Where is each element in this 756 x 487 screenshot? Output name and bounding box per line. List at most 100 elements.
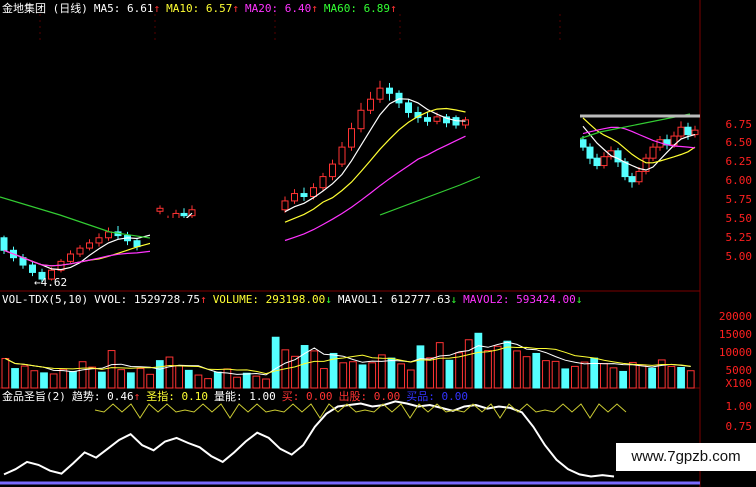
volume-bar	[435, 342, 444, 389]
volume-bar	[387, 357, 396, 389]
volume-bar	[513, 350, 521, 389]
price-tick: 6.00	[725, 174, 753, 187]
volume-bar	[667, 365, 676, 389]
volume-tick: 10000	[718, 346, 752, 359]
price-tick: 5.25	[725, 231, 753, 244]
volume-bar	[136, 368, 145, 389]
main-header-item: MA60: 6.89↑	[323, 2, 397, 15]
main-header-item: MA20: 6.40↑	[244, 2, 318, 15]
candle-body	[310, 187, 317, 198]
candle-body	[691, 129, 699, 136]
candle-body	[579, 139, 587, 148]
volume-bar	[1, 357, 10, 389]
change-arrow: ↓	[575, 293, 583, 306]
volume-bar	[580, 361, 589, 389]
trend-line	[3, 400, 615, 478]
volume-bar	[155, 360, 164, 389]
candle-body	[338, 146, 346, 165]
volume-bar	[551, 360, 560, 389]
security-title: 金地集团 (日线)	[2, 2, 88, 15]
volume-bar	[686, 370, 695, 389]
volume-bar	[11, 368, 19, 389]
stock-chart-window: 金地集团 (日线) MA5: 6.61↑ MA10: 6.57↑ MA20: 6.40…	[0, 0, 756, 487]
candle-body	[386, 87, 393, 94]
candle-body	[367, 98, 374, 111]
candle-body	[628, 176, 636, 183]
volume-bar	[98, 371, 106, 389]
volume-unit: X100	[725, 377, 753, 390]
change-arrow: ↑	[200, 293, 207, 306]
volume-bar	[609, 367, 618, 389]
volume-bar	[406, 369, 415, 389]
volume-bar	[213, 371, 222, 389]
volume-tick: 5000	[725, 364, 753, 377]
volume-bar	[455, 352, 463, 389]
candle-body	[0, 237, 8, 251]
candle-body	[649, 146, 657, 159]
volume-bar	[619, 370, 628, 389]
volume-bar	[358, 364, 367, 389]
candle-body	[621, 161, 629, 178]
volume-bar	[590, 357, 599, 389]
volume-bar	[349, 361, 357, 389]
volume-bar	[484, 350, 492, 389]
volume-tick: 20000	[718, 310, 752, 323]
change-arrow: ↑	[153, 2, 161, 15]
watermark: www.7gpzb.com	[616, 443, 756, 471]
candle-body	[76, 247, 84, 255]
candle-body	[424, 117, 431, 122]
volume-bar	[146, 373, 155, 389]
volume-bar	[165, 356, 174, 389]
candle-body	[156, 207, 164, 212]
volume-bar	[59, 368, 68, 389]
volume-bar	[599, 363, 608, 389]
volume-bar	[194, 374, 203, 389]
main-chart-header: 金地集团 (日线) MA5: 6.61↑ MA10: 6.57↑ MA20: 6.40…	[2, 2, 409, 16]
candle-body	[684, 126, 692, 136]
signal-line	[94, 403, 627, 419]
volume-bar	[175, 365, 184, 389]
volume-bar	[310, 350, 319, 389]
indicator-header: 金品圣旨(2) 趋势: 0.46↑ 圣指: 0.10 量能: 1.00 买: 0.00 出…	[2, 390, 480, 404]
volume-bar	[542, 360, 550, 389]
candle-body	[300, 193, 308, 198]
volume-bar	[464, 339, 473, 389]
low-price-marker: ←4.62	[34, 276, 68, 289]
volume-bar	[69, 370, 77, 389]
volume-header: VOL-TDX(5,10) VVOL: 1529728.75↑ VOLUME: 29…	[2, 293, 594, 307]
main-header-item: MA10: 6.57↑	[166, 2, 239, 15]
volume-bar	[377, 354, 386, 389]
change-arrow: ↑	[390, 2, 397, 15]
volume-bar	[204, 378, 212, 389]
price-tick: 6.25	[725, 155, 753, 168]
volume-bar	[561, 368, 570, 389]
volume-bar	[88, 366, 97, 389]
candle-body	[357, 109, 365, 130]
candle-body	[376, 87, 384, 100]
volume-bar	[223, 368, 232, 389]
volume-bar	[184, 369, 193, 389]
volume-bar	[40, 372, 48, 389]
volume-bar	[262, 378, 270, 389]
candle-body	[635, 170, 643, 183]
candle-body	[586, 146, 594, 159]
main-header-item: MA5: 6.61↑	[93, 2, 161, 15]
price-tick: 5.50	[725, 212, 753, 225]
volume-bar	[648, 367, 656, 389]
candle-body	[281, 200, 289, 211]
volume-bar	[271, 336, 280, 389]
volume-bar	[252, 375, 261, 389]
ind-header-item: 买品: 0.00	[406, 390, 468, 403]
ind-header-item: 买: 0.00	[281, 390, 333, 403]
candle-body	[395, 92, 403, 104]
volume-bar	[242, 372, 251, 389]
volume-bar	[233, 376, 241, 389]
volume-bar	[20, 365, 29, 389]
vol-header-item: VVOL: 1529728.75↑	[94, 293, 207, 306]
candle-body	[319, 176, 327, 189]
candle-body	[105, 231, 112, 239]
volume-bar	[397, 363, 406, 389]
change-arrow: ↑	[232, 2, 239, 15]
candle-body	[291, 193, 298, 202]
candle-body	[172, 212, 180, 220]
